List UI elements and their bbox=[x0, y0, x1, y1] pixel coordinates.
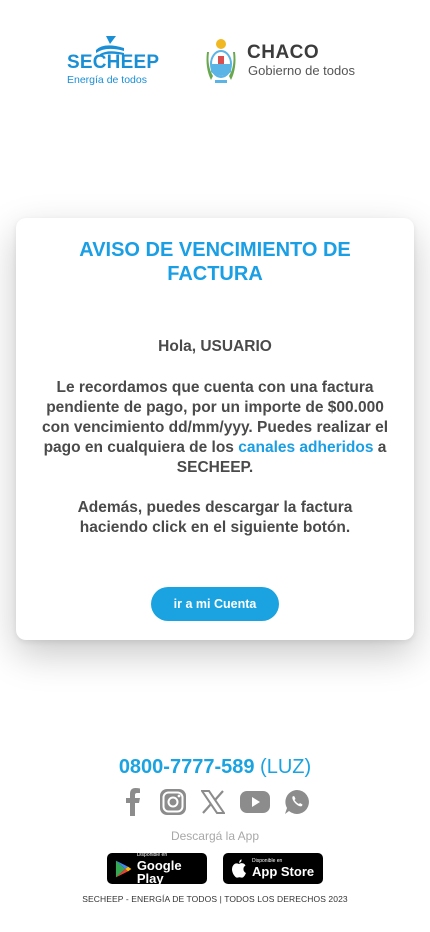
notice-title: AVISO DE VENCIMIENTO DE FACTURA bbox=[79, 239, 351, 285]
phone-line[interactable]: 0800-7777-589 (LUZ) bbox=[0, 756, 430, 779]
social-links bbox=[0, 787, 430, 819]
instagram-icon[interactable] bbox=[160, 787, 186, 817]
chaco-subtitle: Gobierno de todos bbox=[248, 63, 355, 78]
copyright: SECHEEP - ENERGÍA DE TODOS | TODOS LOS D… bbox=[82, 894, 348, 904]
download-app-label: Descargá la App bbox=[170, 829, 260, 843]
go-to-account-button[interactable]: ir a mi Cuenta bbox=[151, 587, 279, 621]
app-store-badge[interactable]: Disponible en App Store bbox=[223, 853, 323, 884]
secheep-name: SECHEEP bbox=[67, 52, 160, 73]
greeting: Hola, USUARIO bbox=[158, 338, 272, 355]
app-store-text: App Store bbox=[252, 864, 315, 879]
secheep-tagline: Energía de todos bbox=[67, 74, 147, 86]
secheep-logo[interactable]: SECHEEP Energía de todos bbox=[64, 34, 164, 88]
footer: 0800-7777-589 (LUZ) Descargá la App Disp… bbox=[0, 756, 430, 904]
header: SECHEEP Energía de todos CHACO Gobierno … bbox=[0, 30, 430, 100]
notice-message: Le recordamos que cuenta con una factura… bbox=[34, 378, 396, 478]
download-message: Además, puedes descargar la factura haci… bbox=[77, 499, 353, 536]
phone-number[interactable]: 0800-7777-589 bbox=[119, 756, 255, 778]
chaco-logo[interactable]: CHACO Gobierno de todos bbox=[203, 34, 373, 88]
chaco-name: CHACO bbox=[247, 42, 320, 63]
google-play-badge[interactable]: Disponible en Google Play bbox=[107, 851, 207, 886]
facebook-icon[interactable] bbox=[120, 787, 146, 817]
notice-card: AVISO DE VENCIMIENTO DE FACTURA Hola, US… bbox=[16, 218, 414, 640]
google-play-icon bbox=[115, 860, 132, 877]
whatsapp-icon[interactable] bbox=[284, 787, 310, 817]
x-icon[interactable] bbox=[200, 787, 226, 817]
google-play-text: Google Play bbox=[136, 857, 182, 886]
canales-adheridos-link[interactable]: canales adheridos bbox=[238, 439, 373, 456]
store-badges: Disponible en Google Play Disponible en … bbox=[0, 851, 430, 886]
phone-suffix: (LUZ) bbox=[254, 756, 312, 778]
apple-icon bbox=[231, 859, 246, 878]
google-play-small-text: Disponible en bbox=[136, 851, 168, 858]
youtube-icon[interactable] bbox=[240, 787, 270, 817]
chaco-seal-icon bbox=[206, 39, 236, 83]
